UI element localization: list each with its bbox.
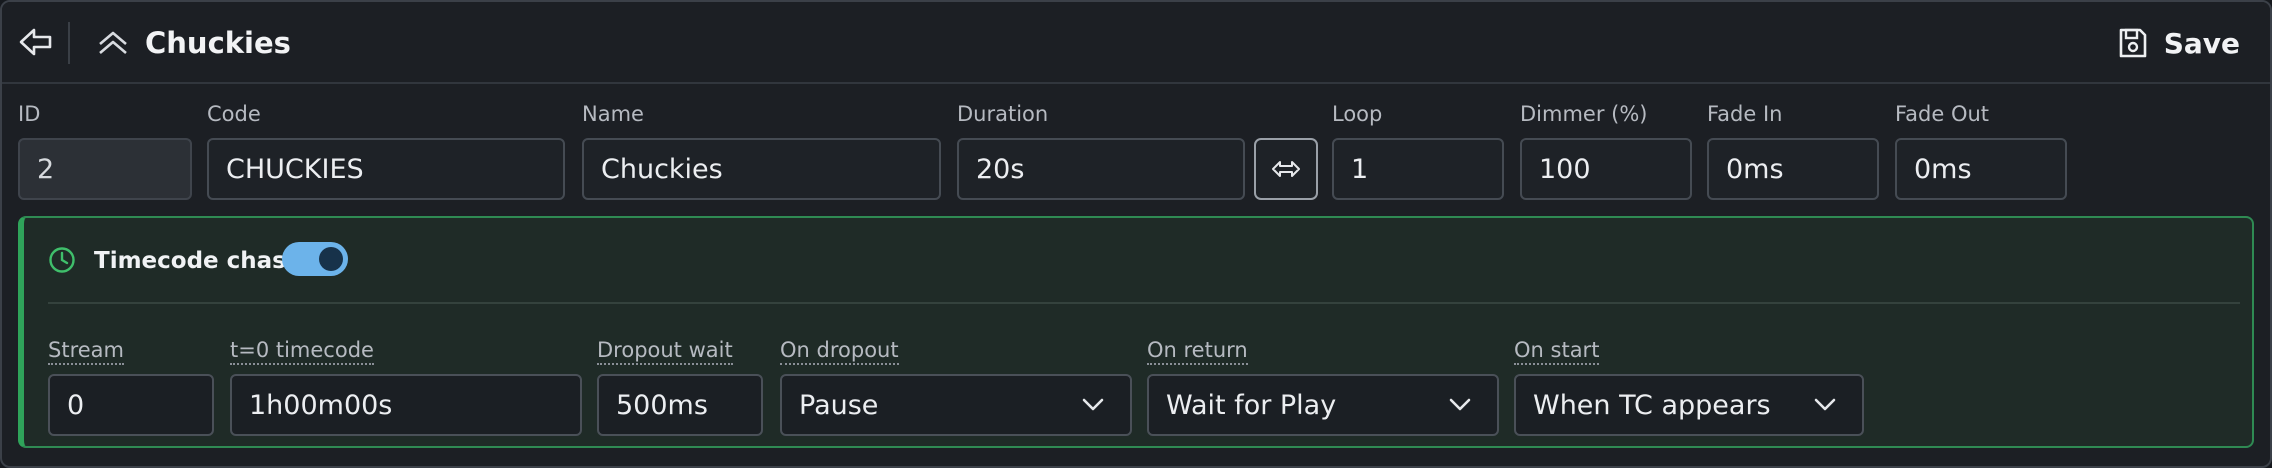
save-button[interactable]: Save	[2118, 20, 2240, 66]
code-input[interactable]: CHUCKIES	[207, 138, 565, 200]
arrow-left-icon	[19, 28, 52, 56]
on-return-value: Wait for Play	[1166, 389, 1337, 421]
duration-label: Duration	[957, 102, 1049, 126]
collapse-button[interactable]	[96, 28, 130, 58]
name-label: Name	[582, 102, 644, 126]
header-divider	[68, 22, 70, 64]
chevron-down-icon	[1082, 398, 1104, 411]
stream-label: Stream	[48, 338, 124, 365]
timecode-chase-title: Timecode chase	[94, 248, 302, 274]
loop-label: Loop	[1332, 102, 1383, 126]
fade-in-input[interactable]: 0ms	[1707, 138, 1879, 200]
duration-swap-button[interactable]	[1254, 138, 1318, 200]
name-input[interactable]: Chuckies	[582, 138, 941, 200]
dropout-wait-input[interactable]: 500ms	[597, 374, 763, 436]
timecode-chase-toggle[interactable]	[282, 242, 348, 276]
header-bar: Chuckies Save	[2, 2, 2270, 84]
chevron-down-icon	[1449, 398, 1471, 411]
on-dropout-select[interactable]: Pause	[780, 374, 1132, 436]
fade-out-input[interactable]: 0ms	[1895, 138, 2067, 200]
floppy-disk-icon	[2119, 28, 2146, 58]
clock-icon	[49, 247, 75, 273]
toggle-knob	[319, 247, 343, 271]
stream-input[interactable]: 0	[48, 374, 214, 436]
double-chevron-up-icon	[99, 31, 127, 54]
code-label: Code	[207, 102, 261, 126]
double-arrow-horizontal-icon	[1272, 161, 1300, 177]
t0-timecode-label: t=0 timecode	[230, 338, 374, 365]
on-start-value: When TC appears	[1533, 389, 1771, 421]
on-start-label: On start	[1514, 338, 1600, 365]
on-dropout-label: On dropout	[780, 338, 899, 365]
page-title: Chuckies	[145, 26, 291, 60]
on-return-select[interactable]: Wait for Play	[1147, 374, 1499, 436]
back-button[interactable]	[16, 22, 56, 62]
app-window: Chuckies Save ID 2 Code CHUCKIES Name Ch…	[0, 0, 2272, 468]
on-dropout-value: Pause	[799, 389, 879, 421]
panel-divider	[48, 302, 2240, 304]
dimmer-label: Dimmer (%)	[1520, 102, 1648, 126]
loop-input[interactable]: 1	[1332, 138, 1504, 200]
dimmer-input[interactable]: 100	[1520, 138, 1692, 200]
fade-in-label: Fade In	[1707, 102, 1783, 126]
t0-timecode-input[interactable]: 1h00m00s	[230, 374, 582, 436]
chevron-down-icon	[1814, 398, 1836, 411]
fade-out-label: Fade Out	[1895, 102, 1990, 126]
timecode-chase-panel: Timecode chase Stream 0 t=0 timecode 1h0…	[18, 216, 2254, 448]
on-start-select[interactable]: When TC appears	[1514, 374, 1864, 436]
id-field: 2	[18, 138, 192, 200]
id-label: ID	[18, 102, 41, 126]
on-return-label: On return	[1147, 338, 1248, 365]
save-label: Save	[2163, 26, 2240, 60]
dropout-wait-label: Dropout wait	[597, 338, 733, 365]
duration-input[interactable]: 20s	[957, 138, 1245, 200]
